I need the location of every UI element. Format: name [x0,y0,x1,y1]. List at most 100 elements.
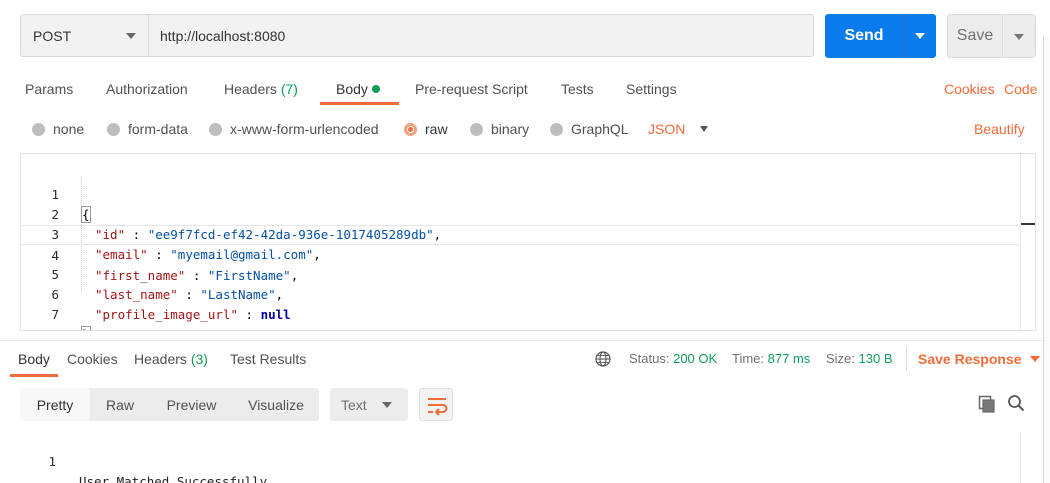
response-tab-headers-label: Headers [134,351,187,367]
tab-params[interactable]: Params [25,81,73,97]
active-tab-indicator [320,102,399,105]
response-scrollbar[interactable] [1020,433,1021,483]
response-tab-cookies[interactable]: Cookies [67,351,118,367]
chevron-down-icon [1014,34,1024,40]
code-text: "profile_image_url" : null [95,305,291,325]
send-options-button[interactable] [903,14,936,58]
view-preview-button[interactable]: Preview [150,388,233,421]
time-label: Time: [732,351,765,366]
save-response-button[interactable]: Save Response [918,351,1040,367]
time-value: 877 ms [767,351,811,366]
section-divider [0,340,1043,341]
chevron-down-icon [1029,356,1040,362]
format-label: JSON [648,121,686,137]
view-raw-button[interactable]: Raw [90,388,150,421]
body-editor[interactable]: 1 { 2 "id" : "ee9f7fcd-ef42-42da-936e-10… [20,153,1036,331]
json-separator: : [238,307,261,322]
radio-icon [32,122,45,136]
tab-authorization[interactable]: Authorization [106,81,188,97]
radio-icon [209,122,222,136]
status-label: Status: [629,351,670,366]
tab-body[interactable]: Body [336,81,380,97]
response-body-text: User Matched Successfully. [79,474,275,483]
radio-form-data-label: form-data [128,121,188,137]
chevron-down-icon [700,126,709,132]
radio-none-label: none [53,121,85,137]
response-tab-headers[interactable]: Headers (3) [134,351,208,367]
code-text: } [81,325,91,330]
code-line: 5 "last_name" : "LastName", [21,245,1021,302]
view-visualize-button[interactable]: Visualize [233,388,319,421]
wrap-lines-button[interactable] [419,388,453,421]
size-label: Size: [826,351,855,366]
cookies-link[interactable]: Cookies [944,81,995,97]
status-value: 200 OK [673,351,718,366]
save-response-label: Save Response [918,351,1022,367]
wrap-lines-icon [428,398,448,416]
method-select[interactable]: POST [20,14,148,57]
radio-graphql[interactable]: GraphQL [550,121,629,137]
size-info: Size: 130 B [826,351,893,366]
json-key: "profile_image_url" [95,307,238,322]
tab-settings[interactable]: Settings [626,81,677,97]
line-number: 1 [48,454,56,469]
send-button[interactable]: Send [825,14,903,58]
active-tab-indicator [10,374,58,377]
headers-count: (7) [280,81,298,97]
code-line: 2 "id" : "ee9f7fcd-ef42-42da-936e-101740… [21,185,1021,242]
url-input[interactable]: http://localhost:8080 [148,14,814,57]
save-button[interactable]: Save [947,14,1002,58]
chevron-down-icon [126,33,136,39]
response-body-line: 1 User Matched Successfully. [0,432,1000,483]
radio-binary[interactable]: binary [470,121,529,137]
line-number: 7 [51,307,59,322]
scroll-marker [1021,223,1035,225]
close-brace: } [81,326,91,330]
url-text: http://localhost:8080 [160,27,286,44]
chevron-down-icon [915,33,925,39]
radio-none[interactable]: none [32,121,84,137]
view-pretty-button[interactable]: Pretty [20,388,90,421]
radio-urlencoded-label: x-www-form-urlencoded [230,121,379,137]
response-tab-body[interactable]: Body [18,351,50,367]
method-label: POST [33,27,72,44]
tab-headers[interactable]: Headers (7) [224,81,298,97]
radio-binary-label: binary [491,121,530,137]
code-line-active: 4 "first_name" : "FirstName", [21,225,1021,283]
json-value: null [260,307,291,322]
radio-form-data[interactable]: form-data [107,121,188,137]
code-link[interactable]: Code [1004,81,1037,97]
side-panel-edge [1043,36,1050,483]
response-language-select[interactable]: Text [330,388,408,421]
size-value: 130 B [858,351,893,366]
response-tab-test-results[interactable]: Test Results [230,351,306,367]
radio-raw[interactable]: raw [404,121,448,137]
tab-tests[interactable]: Tests [561,81,594,97]
body-indicator-dot [371,85,380,93]
radio-icon [470,122,483,136]
tab-headers-label: Headers [224,81,277,97]
chevron-down-icon [382,402,392,408]
time-info: Time: 877 ms [732,351,810,366]
globe-icon[interactable] [595,351,611,367]
search-icon[interactable] [1007,394,1025,412]
tab-pre-request-script[interactable]: Pre-request Script [415,81,528,97]
radio-icon [550,122,563,136]
response-headers-count: (3) [190,351,208,367]
language-label: Text [341,396,367,413]
radio-icon [107,122,120,136]
format-select[interactable]: JSON [648,121,709,137]
editor-scrollbar[interactable] [1020,154,1035,330]
radio-raw-label: raw [425,121,448,137]
save-options-button[interactable] [1002,14,1036,58]
tab-body-label: Body [336,81,368,97]
copy-icon[interactable] [978,395,996,413]
code-line: 7 } [21,285,1021,330]
divider [906,347,907,371]
status-info: Status: 200 OK [629,351,717,366]
beautify-link[interactable]: Beautify [974,121,1025,137]
radio-selected-icon [404,122,417,136]
radio-urlencoded[interactable]: x-www-form-urlencoded [209,121,379,137]
code-line: 6 "profile_image_url" : null [21,265,1021,322]
code-line: 1 { [21,165,1021,223]
